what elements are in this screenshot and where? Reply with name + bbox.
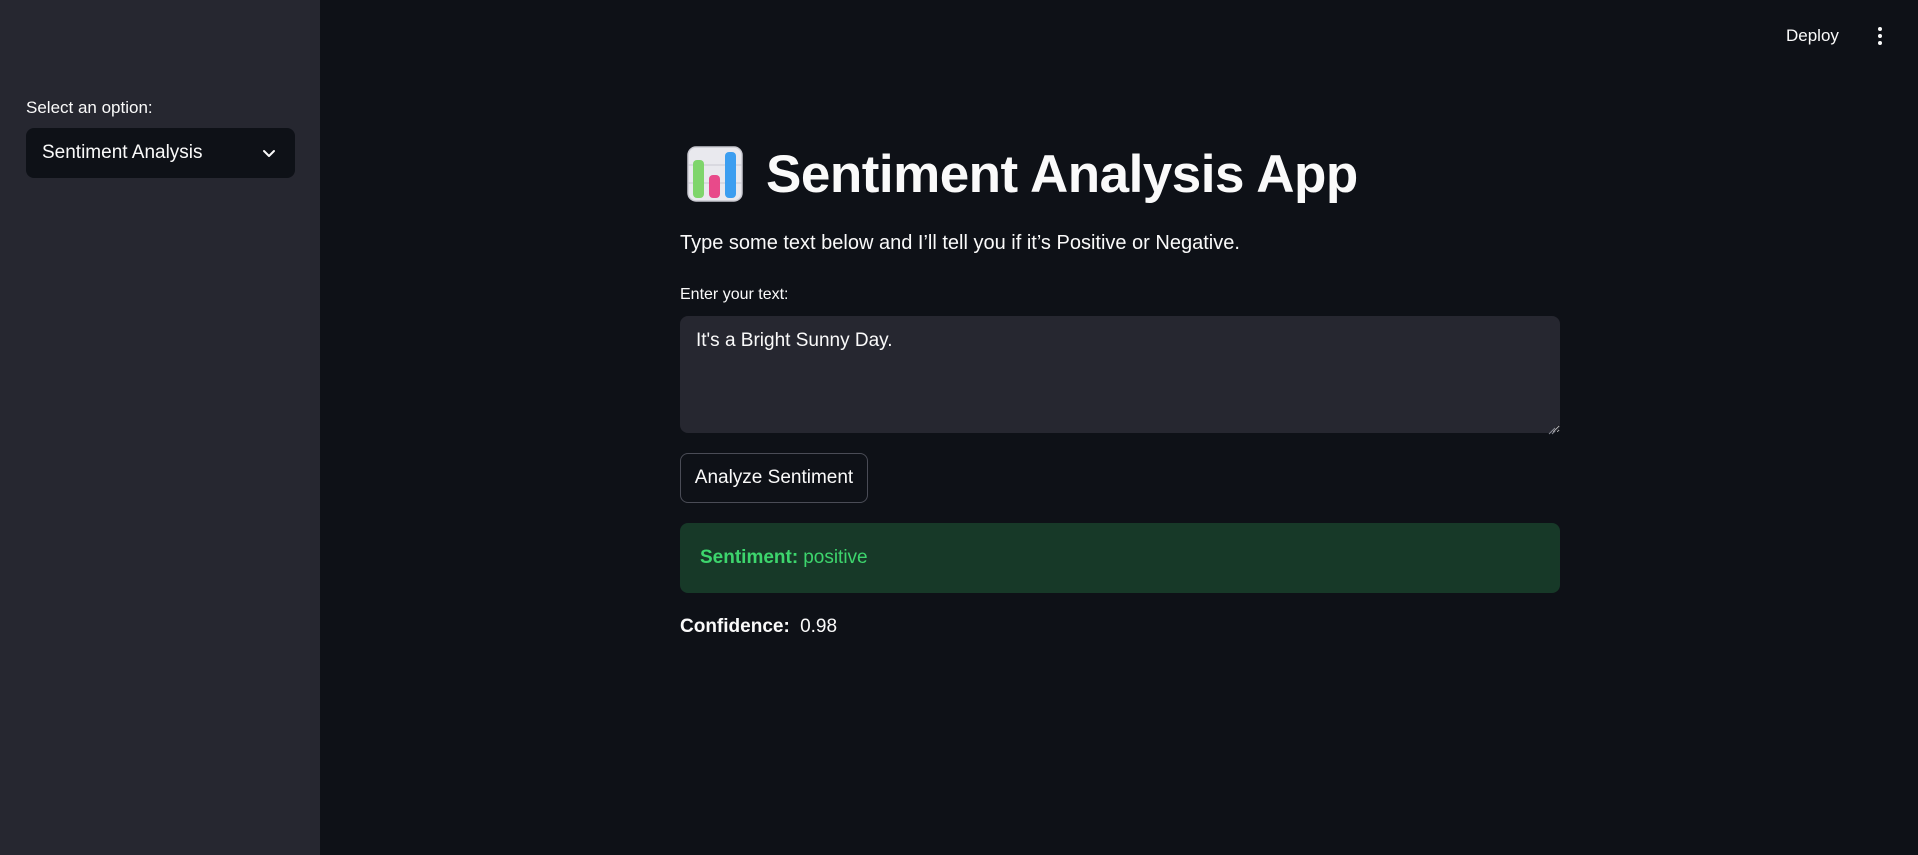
sentiment-value: positive xyxy=(803,547,868,568)
resize-handle-icon[interactable] xyxy=(1548,422,1556,435)
confidence-text: Confidence: 0.98 xyxy=(680,616,837,638)
confidence-label: Confidence: xyxy=(680,616,790,637)
analyze-sentiment-button[interactable]: Analyze Sentiment xyxy=(680,453,868,503)
sidebar: Select an option: Sentiment Analysis xyxy=(0,0,320,855)
select-value: Sentiment Analysis xyxy=(42,142,203,163)
option-select[interactable]: Sentiment Analysis xyxy=(26,128,295,178)
chevron-down-icon xyxy=(259,143,279,163)
text-input-label: Enter your text: xyxy=(680,286,789,303)
page-title: Sentiment Analysis App xyxy=(766,144,1358,204)
page-subtitle: Type some text below and I’ll tell you i… xyxy=(680,232,1240,254)
confidence-value: 0.98 xyxy=(800,616,838,637)
text-input[interactable] xyxy=(680,316,1560,433)
bar-chart-icon xyxy=(686,145,744,203)
sentiment-result-alert: Sentiment: positive xyxy=(680,523,1560,593)
page-title-row: Sentiment Analysis App xyxy=(686,142,1358,206)
app-root: Select an option: Sentiment Analysis Dep… xyxy=(0,0,1918,855)
select-label: Select an option: xyxy=(26,98,153,117)
vertical-dots-icon[interactable] xyxy=(1868,24,1892,48)
sentiment-label: Sentiment: xyxy=(700,547,799,568)
deploy-button[interactable]: Deploy xyxy=(1780,24,1845,48)
